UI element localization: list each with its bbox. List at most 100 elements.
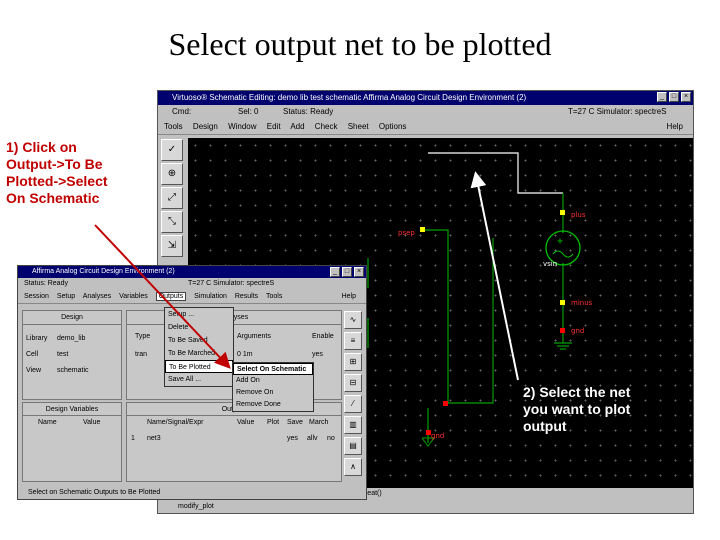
outputs-row-name[interactable]: net3 [147, 435, 161, 442]
step2-line3: output [523, 418, 567, 434]
design-vars-col-value: Value [83, 419, 101, 426]
submenu-remove-done[interactable]: Remove Done [233, 399, 313, 411]
submenu-select-on-schematic[interactable]: Select On Schematic [233, 363, 313, 375]
ade-right-toolbar: ∿ ≡ ⊞ ⊟ ⁄ ▥ ▤ ∧ [342, 310, 364, 479]
outputs-item-delete[interactable]: Delete [165, 321, 233, 334]
schematic-status-row: Cmd: Sel: 0 Status: Ready T=27 C Simulat… [158, 105, 693, 119]
ade-menubar: Session Setup Analyses Variables Outputs… [18, 290, 366, 304]
ade-close-button[interactable]: × [354, 267, 364, 277]
analyses-col-enable: Enable [312, 333, 334, 340]
maximize-button[interactable]: □ [669, 92, 679, 102]
ade-maximize-button[interactable]: □ [342, 267, 352, 277]
command-prompt[interactable]: modify_plot [158, 500, 693, 513]
outputs-row-march: no [327, 435, 335, 442]
menu-check[interactable]: Check [315, 122, 338, 131]
ade-status: Status: Ready [24, 280, 68, 287]
edit-variables-icon[interactable]: ≡ [344, 332, 362, 350]
label-gnd2: gnd [431, 432, 444, 440]
zoom-out-icon[interactable]: ⤡ [161, 211, 183, 233]
design-vars-header: Design Variables [23, 403, 121, 416]
outputs-dropdown: Setup ... Delete To Be Saved To Be March… [164, 307, 234, 387]
outputs-col-march: March [309, 419, 329, 426]
design-header: Design [23, 311, 121, 325]
menu-sheet[interactable]: Sheet [348, 122, 369, 131]
svg-text:+: + [557, 236, 563, 247]
label-gnd: gnd [571, 327, 584, 335]
step1-line1: 1) Click on [6, 139, 77, 155]
stop-icon[interactable]: ▥ [344, 416, 362, 434]
ade-menu-results[interactable]: Results [235, 293, 258, 300]
outputs-col-name: Name/Signal/Expr [147, 419, 204, 426]
schematic-titlebar[interactable]: Virtuoso® Schematic Editing: demo lib te… [158, 91, 693, 105]
outputs-row-index: 1 [131, 435, 135, 442]
view-label: View [26, 367, 42, 374]
cell-value: test [57, 351, 69, 358]
ade-titlebar[interactable]: Affirma Analog Circuit Design Environmen… [18, 266, 366, 278]
ade-menu-tools[interactable]: Tools [266, 293, 282, 300]
analyses-col-args: Arguments [237, 333, 271, 340]
close-button[interactable]: × [681, 92, 691, 102]
ade-minimize-button[interactable]: _ [330, 267, 340, 277]
status-label: Status: Ready [283, 107, 334, 116]
ade-menu-variables[interactable]: Variables [119, 293, 148, 300]
delete-icon[interactable]: ⊟ [344, 374, 362, 392]
label-minus: minus [571, 299, 593, 307]
ade-status-row: Status: Ready T=27 C Simulator: spectreS [18, 278, 366, 290]
ade-status-bar: Select on Schematic Outputs to Be Plotte… [18, 486, 366, 499]
analyses-args: 0 1m [237, 351, 253, 358]
netlist-run-icon[interactable]: ⁄ [344, 395, 362, 413]
menu-help[interactable]: Help [667, 119, 683, 135]
menu-tools[interactable]: Tools [164, 122, 183, 131]
outputs-row-save-opt: allv [307, 435, 318, 442]
setup-outputs-icon[interactable]: ⊞ [344, 353, 362, 371]
plot-icon[interactable]: ▤ [344, 437, 362, 455]
waveform-icon[interactable]: ∧ [344, 458, 362, 476]
step2-line2: you want to plot [523, 401, 631, 417]
prompt-text: modify_plot [178, 503, 214, 510]
outputs-item-to-be-marched[interactable]: To Be Marched [165, 347, 233, 360]
design-vars-col-name: Name [38, 419, 57, 426]
zoom-fit-icon[interactable]: ⊕ [161, 163, 183, 185]
choose-analyses-icon[interactable]: ∿ [344, 311, 362, 329]
ade-menu-setup[interactable]: Setup [57, 293, 75, 300]
ade-menu-outputs[interactable]: Outputs [155, 292, 187, 301]
label-source: vsin [543, 260, 557, 268]
zoom-in-icon[interactable]: ⤢ [161, 187, 183, 209]
ade-menu-help[interactable]: Help [342, 290, 356, 304]
outputs-item-setup[interactable]: Setup ... [165, 308, 233, 321]
design-vars-panel: Design Variables Name Value [22, 402, 122, 482]
step2-line1: 2) Select the net [523, 384, 631, 400]
ade-menu-session[interactable]: Session [24, 293, 49, 300]
menu-options[interactable]: Options [379, 122, 407, 131]
check-save-icon[interactable]: ✓ [161, 139, 183, 161]
ade-title: Affirma Analog Circuit Design Environmen… [32, 268, 175, 275]
outputs-item-save-all[interactable]: Save All ... [165, 373, 233, 386]
outputs-row-save: yes [287, 435, 298, 442]
ade-menu-analyses[interactable]: Analyses [83, 293, 111, 300]
ade-temp: T=27 C Simulator: spectreS [188, 280, 275, 287]
outputs-item-to-be-saved[interactable]: To Be Saved [165, 334, 233, 347]
submenu-remove-on[interactable]: Remove On [233, 387, 313, 399]
menu-edit[interactable]: Edit [267, 122, 281, 131]
submenu-add-on[interactable]: Add On [233, 375, 313, 387]
temp-simulator: T=27 C Simulator: spectreS [568, 107, 667, 116]
stretch-icon[interactable]: ⇲ [161, 235, 183, 257]
outputs-col-plot: Plot [267, 419, 280, 426]
menu-window[interactable]: Window [228, 122, 256, 131]
menu-add[interactable]: Add [290, 122, 304, 131]
outputs-item-to-be-plotted[interactable]: To Be Plotted [165, 360, 233, 373]
ade-menu-simulation[interactable]: Simulation [194, 293, 227, 300]
label-plus: plus [571, 211, 586, 219]
schematic-title: Virtuoso® Schematic Editing: demo lib te… [172, 93, 527, 102]
to-be-plotted-submenu: Select On Schematic Add On Remove On Rem… [232, 362, 314, 412]
analyses-enable: yes [312, 351, 323, 358]
analyses-col-type: Type [135, 333, 151, 340]
menu-design[interactable]: Design [193, 122, 218, 131]
view-value: schematic [57, 367, 89, 374]
library-label: Library [26, 335, 48, 342]
cell-label: Cell [26, 351, 39, 358]
outputs-col-save: Save [287, 419, 303, 426]
minimize-button[interactable]: _ [657, 92, 667, 102]
cmd-label: Cmd: [172, 107, 192, 116]
analyses-header: Analyses [127, 311, 341, 325]
